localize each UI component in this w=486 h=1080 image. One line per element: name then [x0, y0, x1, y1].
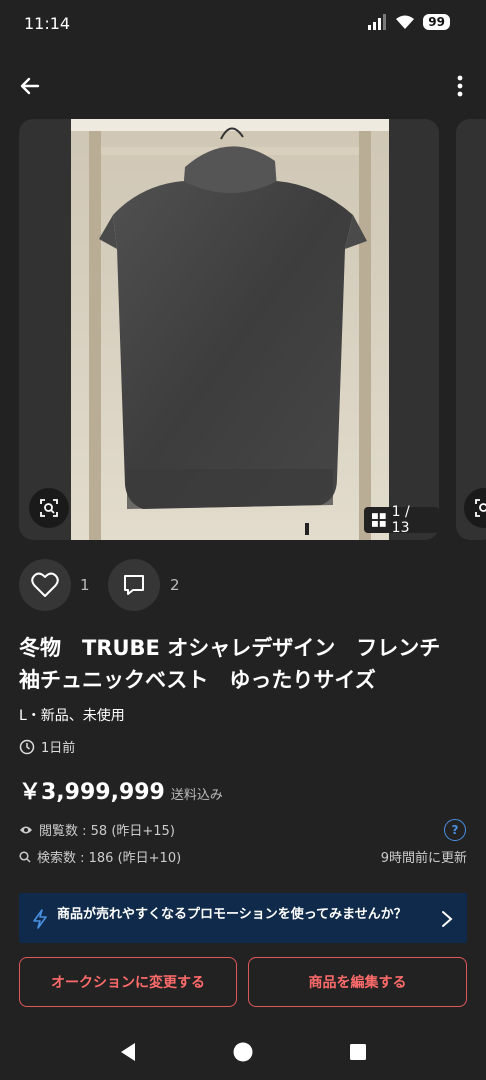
status-time: 11:14	[24, 14, 71, 33]
product-photo-card[interactable]: 1 / 13	[19, 119, 439, 540]
search-icon	[19, 850, 31, 863]
updated-time: 9時間前に更新	[380, 851, 467, 866]
posted-time: 1日前	[19, 737, 75, 756]
eye-icon	[20, 826, 32, 833]
change-to-auction-button[interactable]: オークションに変更する	[19, 957, 237, 1007]
edit-item-button[interactable]: 商品を編集する	[248, 957, 467, 1007]
price-row: ￥3,999,999 送料込み	[19, 774, 223, 806]
image-search-button-next[interactable]	[464, 488, 486, 528]
next-photo-card[interactable]	[456, 119, 486, 540]
back-button[interactable]	[16, 72, 44, 100]
searches-stat-text: 検索数 : 186 (昨日+10)	[37, 851, 182, 866]
image-search-icon	[475, 499, 486, 517]
searches-stat: 検索数 : 186 (昨日+10)	[19, 847, 181, 866]
clock-icon	[19, 739, 35, 754]
status-icons: 99	[367, 14, 450, 30]
photo-counter[interactable]: 1 / 13	[364, 504, 439, 536]
help-button[interactable]: ?	[444, 819, 466, 841]
lightning-icon	[33, 909, 47, 929]
shipping-label: 送料込み	[170, 788, 223, 803]
signal-icon	[368, 14, 387, 30]
comment-icon	[124, 575, 144, 595]
views-stat-text: 閲覧数 : 58 (昨日+15)	[39, 824, 175, 839]
product-photo	[71, 119, 389, 540]
image-search-button[interactable]	[29, 488, 69, 528]
comment-button[interactable]	[108, 559, 160, 611]
item-condition: L・新品、未使用	[19, 708, 125, 724]
photo-counter-text: 1 / 13	[391, 504, 410, 536]
arrow-left-icon	[20, 77, 40, 95]
comment-count: 2	[170, 576, 180, 594]
item-price: ￥3,999,999	[19, 780, 165, 805]
like-count: 1	[80, 576, 90, 594]
promotion-banner[interactable]: 商品が売れやすくなるプロモーションを使ってみませんか？	[19, 893, 467, 943]
posted-time-text: 1日前	[41, 741, 76, 756]
sweater-vest-image	[71, 119, 389, 540]
grid-icon	[372, 513, 386, 527]
item-title: 冬物 TRUBE オシャレデザイン フレンチ袖チュニックベスト ゆったりサイズ	[19, 636, 441, 692]
more-options-button[interactable]	[452, 72, 468, 100]
image-search-icon	[40, 499, 58, 517]
wifi-icon	[396, 15, 415, 29]
chevron-right-icon	[442, 911, 453, 927]
heart-icon	[31, 572, 59, 597]
nav-recents-icon[interactable]	[349, 1043, 367, 1061]
like-button[interactable]	[19, 559, 71, 611]
views-stat: 閲覧数 : 58 (昨日+15)	[19, 820, 175, 839]
promotion-text: 商品が売れやすくなるプロモーションを使ってみませんか？	[57, 907, 407, 922]
system-nav-bar	[0, 1024, 486, 1080]
battery-indicator: 99	[423, 14, 450, 30]
nav-home-icon[interactable]	[233, 1042, 253, 1062]
nav-back-icon[interactable]	[119, 1042, 137, 1062]
more-vertical-icon	[457, 75, 463, 97]
